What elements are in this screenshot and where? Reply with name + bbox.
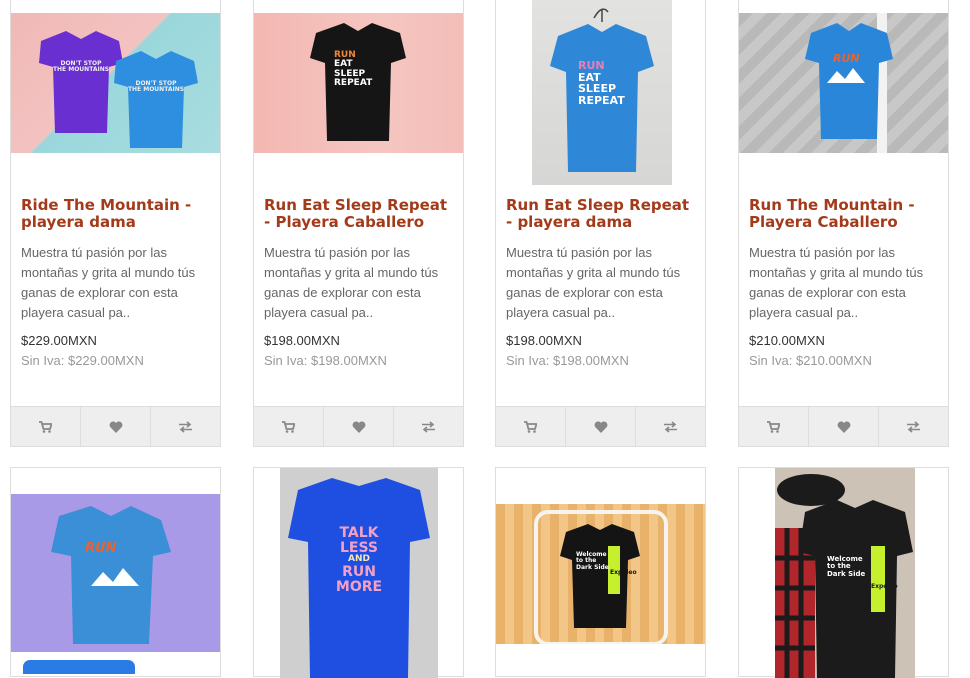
add-to-cart-button[interactable] xyxy=(254,407,324,446)
product-card: Welcome to the Dark Side Expeleo xyxy=(738,467,949,678)
product-actions xyxy=(11,406,220,446)
product-price-tax: Sin Iva: $229.00MXN xyxy=(21,353,144,368)
shirt-print-text: Welcome to the Dark Side xyxy=(576,551,609,571)
product-price: $198.00MXN xyxy=(264,333,340,348)
product-photo: Welcome to the Dark Side Expeleo xyxy=(775,468,915,678)
shirt-print-text: RUN EAT SLEEP REPEAT xyxy=(578,59,625,107)
product-description: Muestra tú pasión por las montañas y gri… xyxy=(264,245,439,320)
product-price: $198.00MXN xyxy=(506,333,582,348)
product-image[interactable]: RUN EAT SLEEP REPEAT xyxy=(254,0,463,185)
product-description: Muestra tú pasión por las montañas y gri… xyxy=(506,245,681,320)
product-card: Welcome to the Dark Side Expeleo xyxy=(495,467,706,677)
product-card: RUN xyxy=(10,467,221,677)
add-to-wishlist-button[interactable] xyxy=(81,407,151,446)
product-card: RUN EAT SLEEP REPEAT Run Eat Sleep Repea… xyxy=(495,0,706,447)
product-card: TALK LESS AND RUN MORE xyxy=(253,467,464,678)
product-description: Muestra tú pasión por las montañas y gri… xyxy=(749,245,924,320)
product-image[interactable]: Welcome to the Dark Side Expeleo xyxy=(496,468,705,678)
compare-button[interactable] xyxy=(394,407,463,446)
compare-button[interactable] xyxy=(636,407,705,446)
product-card: RUN EAT SLEEP REPEAT Run Eat Sleep Repea… xyxy=(253,0,464,447)
product-title-link[interactable]: Ride The Mountain - playera dama xyxy=(21,197,210,231)
compare-arrows-icon xyxy=(179,420,192,433)
add-to-wishlist-button[interactable] xyxy=(809,407,879,446)
shirt-print-text: TALK LESS AND RUN MORE xyxy=(335,525,383,595)
compare-button[interactable] xyxy=(879,407,948,446)
product-image[interactable]: TALK LESS AND RUN MORE xyxy=(254,468,463,678)
quick-view-button[interactable] xyxy=(23,660,135,674)
shirt-print-text: Expeleo xyxy=(610,569,637,576)
cart-icon xyxy=(767,420,780,433)
product-title-link[interactable]: Run The Mountain - Playera Caballero xyxy=(749,197,938,231)
product-title-link[interactable]: Run Eat Sleep Repeat - playera dama xyxy=(506,197,695,231)
product-photo: RUN EAT SLEEP REPEAT xyxy=(254,13,463,153)
tshirt-illustration xyxy=(39,31,198,148)
product-photo: Welcome to the Dark Side Expeleo xyxy=(496,504,705,644)
add-to-cart-button[interactable] xyxy=(739,407,809,446)
shirt-print-text: RUN xyxy=(833,52,860,65)
product-price-tax: Sin Iva: $198.00MXN xyxy=(264,353,387,368)
product-card: DON'T STOP THE MOUNTAINS DON'T STOP THE … xyxy=(10,0,221,447)
tshirt-illustration xyxy=(805,13,893,153)
heart-icon xyxy=(837,420,850,433)
product-photo: DON'T STOP THE MOUNTAINS DON'T STOP THE … xyxy=(11,13,220,153)
product-price: $229.00MXN xyxy=(21,333,97,348)
tshirt-illustration xyxy=(51,506,171,644)
cart-icon xyxy=(282,420,295,433)
product-price-tax: Sin Iva: $198.00MXN xyxy=(506,353,629,368)
product-actions xyxy=(496,406,705,446)
product-card: RUN Run The Mountain - Playera Caballero… xyxy=(738,0,949,447)
cart-icon xyxy=(524,420,537,433)
shirt-print-text: Expeleo xyxy=(871,583,898,590)
product-actions xyxy=(739,406,948,446)
tshirt-illustration xyxy=(534,510,668,644)
heart-icon xyxy=(594,420,607,433)
add-to-wishlist-button[interactable] xyxy=(324,407,394,446)
add-to-cart-button[interactable] xyxy=(11,407,81,446)
heart-icon xyxy=(109,420,122,433)
shirt-print-text: RUN EAT SLEEP REPEAT xyxy=(334,50,373,89)
product-photo: RUN EAT SLEEP REPEAT xyxy=(532,0,672,185)
compare-arrows-icon xyxy=(422,420,435,433)
product-image[interactable]: RUN xyxy=(11,468,220,678)
product-photo: RUN xyxy=(11,494,220,652)
shirt-print-text: RUN xyxy=(85,541,117,556)
product-image[interactable]: RUN EAT SLEEP REPEAT xyxy=(496,0,705,185)
product-price-tax: Sin Iva: $210.00MXN xyxy=(749,353,872,368)
compare-arrows-icon xyxy=(664,420,677,433)
shirt-print-text: DON'T STOP THE MOUNTAINS xyxy=(52,60,110,74)
product-image[interactable]: RUN xyxy=(739,0,948,185)
compare-arrows-icon xyxy=(907,420,920,433)
product-description: Muestra tú pasión por las montañas y gri… xyxy=(21,245,196,320)
product-image[interactable]: Welcome to the Dark Side Expeleo xyxy=(739,468,948,678)
cart-icon xyxy=(39,420,52,433)
product-photo: TALK LESS AND RUN MORE xyxy=(280,468,438,678)
product-title-link[interactable]: Run Eat Sleep Repeat - Playera Caballero xyxy=(264,197,453,231)
product-photo: RUN xyxy=(739,13,948,153)
add-to-wishlist-button[interactable] xyxy=(566,407,636,446)
product-actions xyxy=(254,406,463,446)
shirt-print-text: Welcome to the Dark Side xyxy=(827,555,866,578)
product-image[interactable]: DON'T STOP THE MOUNTAINS DON'T STOP THE … xyxy=(11,0,220,185)
add-to-cart-button[interactable] xyxy=(496,407,566,446)
heart-icon xyxy=(352,420,365,433)
product-price: $210.00MXN xyxy=(749,333,825,348)
compare-button[interactable] xyxy=(151,407,220,446)
shirt-print-text: DON'T STOP THE MOUNTAINS xyxy=(127,80,185,94)
